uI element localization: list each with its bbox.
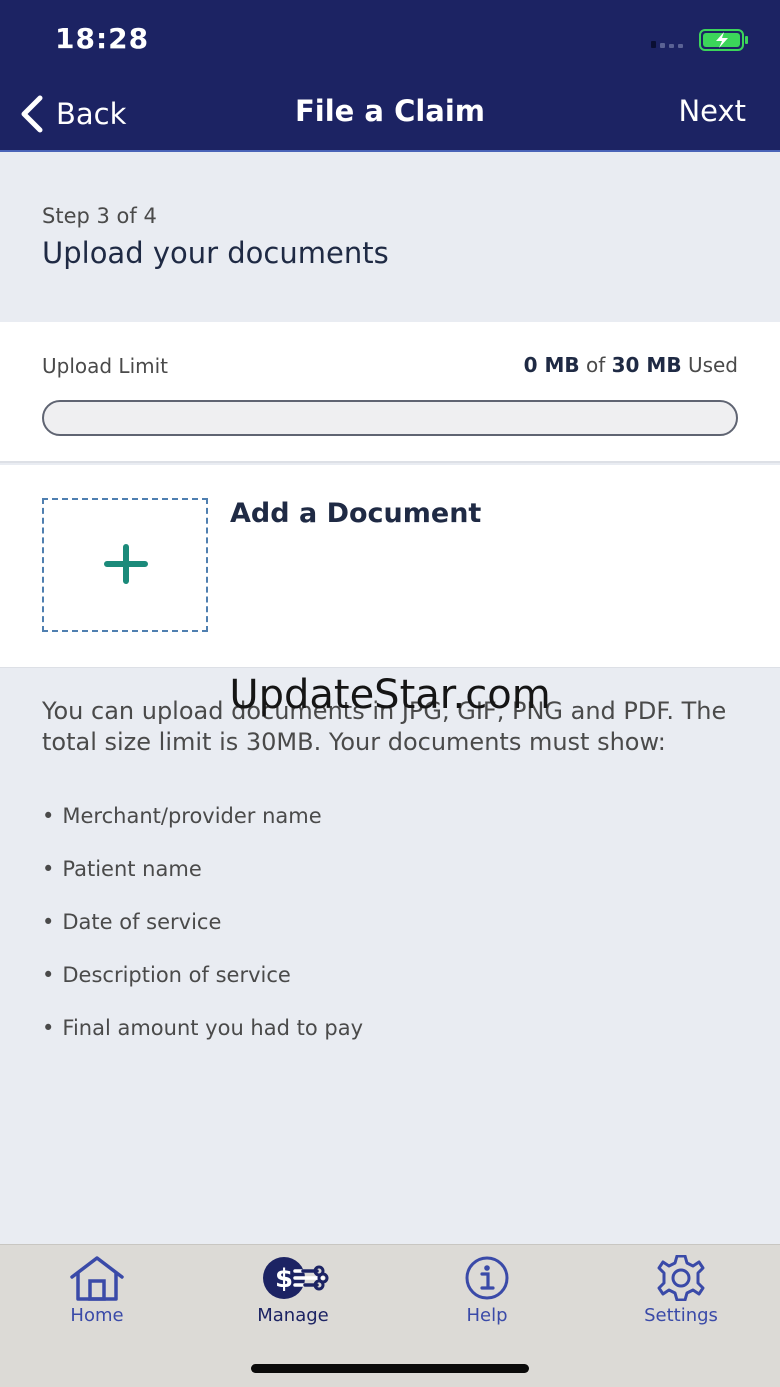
tab-home-label: Home — [70, 1305, 124, 1326]
cellular-signal-icon — [651, 38, 687, 48]
upload-instructions: You can upload documents in JPG, GIF, PN… — [0, 668, 780, 1244]
manage-dollar-icon: $ — [263, 1257, 329, 1299]
limit-amount: 30 MB — [611, 353, 682, 377]
upload-progress-bar — [42, 400, 738, 436]
tab-home[interactable]: Home — [37, 1255, 157, 1326]
add-document-panel: Add a Document — [0, 465, 780, 668]
add-document-button[interactable] — [42, 498, 208, 632]
requirement-item: Final amount you had to pay — [42, 1016, 363, 1069]
requirement-item: Patient name — [42, 857, 363, 910]
plus-icon — [104, 544, 148, 584]
requirements-list: Merchant/provider name Patient name Date… — [42, 804, 363, 1069]
tab-help-label: Help — [466, 1305, 508, 1326]
tab-help[interactable]: Help — [427, 1255, 547, 1326]
requirement-item: Date of service — [42, 910, 363, 963]
usage-of-text: of — [585, 353, 606, 377]
tab-manage-label: Manage — [257, 1305, 329, 1326]
upload-limit-label: Upload Limit — [42, 354, 169, 378]
step-indicator: Step 3 of 4 — [42, 204, 157, 228]
home-icon — [70, 1256, 124, 1301]
upload-limit-panel: Upload Limit 0 MB of 30 MB Used — [0, 322, 780, 463]
add-document-title[interactable]: Add a Document — [230, 498, 481, 529]
tab-manage[interactable]: $ Manage — [233, 1255, 353, 1326]
page-title: File a Claim — [294, 94, 486, 128]
requirement-item: Merchant/provider name — [42, 804, 363, 857]
info-icon — [465, 1256, 509, 1300]
next-button[interactable]: Next — [678, 94, 746, 128]
tab-settings[interactable]: Settings — [621, 1255, 741, 1326]
gear-icon — [657, 1255, 705, 1301]
usage-suffix: Used — [687, 353, 738, 377]
used-amount: 0 MB — [523, 353, 580, 377]
step-title: Upload your documents — [42, 236, 389, 270]
status-time: 18:28 — [55, 22, 150, 55]
svg-text:$: $ — [275, 1264, 293, 1294]
step-header: Step 3 of 4 Upload your documents — [0, 152, 780, 322]
home-indicator — [251, 1364, 529, 1373]
app-header: 18:28 Back File a Claim Next — [0, 0, 780, 152]
upload-usage-text: 0 MB of 30 MB Used — [524, 353, 738, 377]
requirement-item: Description of service — [42, 963, 363, 1016]
tab-settings-label: Settings — [644, 1305, 718, 1326]
battery-charging-icon — [699, 29, 748, 51]
watermark: UpdateStar.com — [229, 672, 551, 718]
